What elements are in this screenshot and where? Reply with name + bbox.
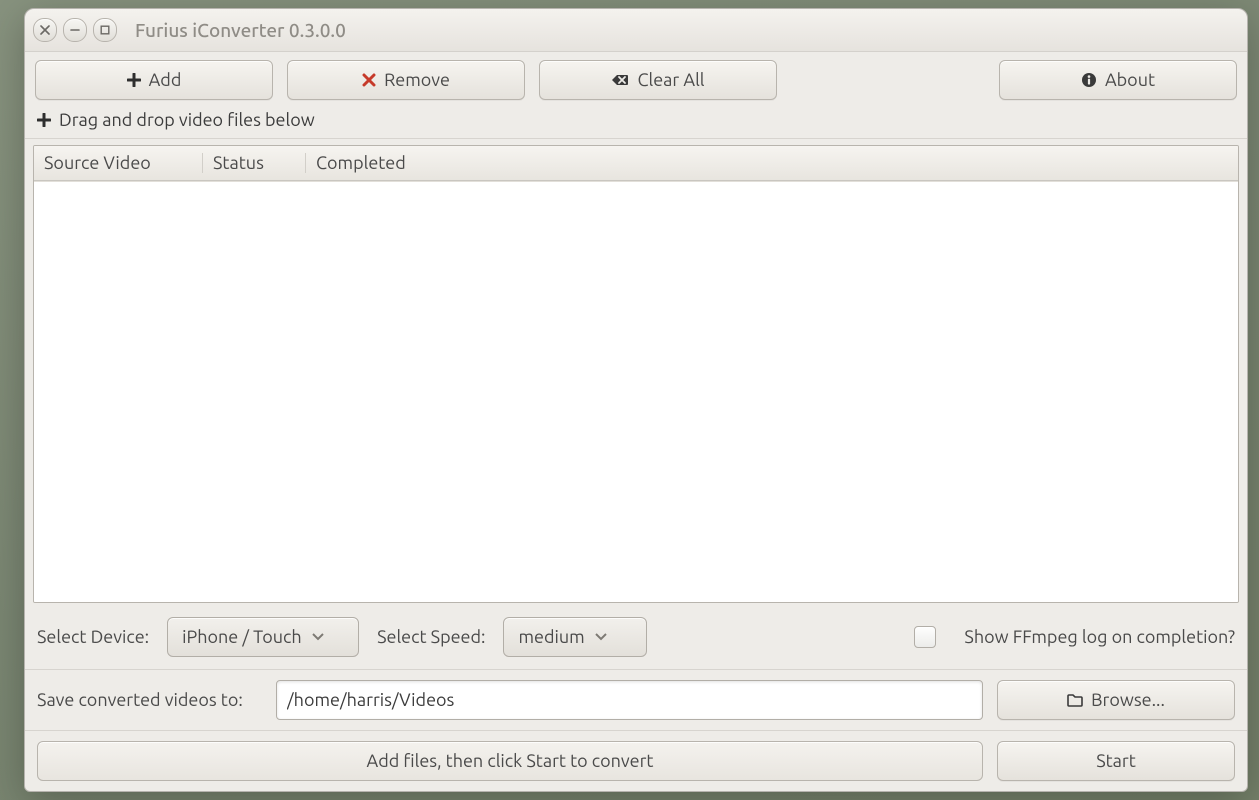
add-button-label: Add <box>149 70 182 90</box>
col-source-video[interactable]: Source Video <box>34 153 203 173</box>
about-button-label: About <box>1105 70 1155 90</box>
app-window: Furius iConverter 0.3.0.0 Add Remove <box>24 8 1248 792</box>
save-path-input[interactable] <box>276 680 983 720</box>
speed-select[interactable]: medium <box>503 617 647 657</box>
toolbar: Add Remove Clear All <box>33 60 1239 100</box>
info-icon <box>1081 72 1097 88</box>
table-body[interactable] <box>34 181 1238 602</box>
add-button[interactable]: Add <box>35 60 273 100</box>
show-log-label[interactable]: Show FFmpeg log on completion? <box>964 627 1235 647</box>
window-minimize-button[interactable] <box>63 18 87 42</box>
col-completed[interactable]: Completed <box>306 153 1238 173</box>
col-status[interactable]: Status <box>203 153 306 173</box>
plus-icon <box>37 113 51 127</box>
folder-icon <box>1067 693 1083 707</box>
progress-text: Add files, then click Start to convert <box>367 751 654 771</box>
device-select[interactable]: iPhone / Touch <box>167 617 359 657</box>
save-path-row: Save converted videos to: Browse... <box>33 676 1239 724</box>
speed-label: Select Speed: <box>377 627 485 647</box>
drag-hint-row: Drag and drop video files below <box>33 110 1239 138</box>
device-value: iPhone / Touch <box>182 627 302 647</box>
chevron-down-icon <box>312 633 324 641</box>
drag-hint-text: Drag and drop video files below <box>59 110 315 130</box>
chevron-down-icon <box>595 633 607 641</box>
maximize-icon <box>100 25 110 35</box>
window-close-button[interactable] <box>33 18 57 42</box>
clear-icon <box>611 73 629 87</box>
remove-x-icon <box>362 73 376 87</box>
footer-row: Add files, then click Start to convert S… <box>33 737 1239 781</box>
clear-all-button[interactable]: Clear All <box>539 60 777 100</box>
plus-icon <box>127 73 141 87</box>
close-icon <box>40 25 50 35</box>
show-log-checkbox[interactable] <box>914 626 936 648</box>
device-label: Select Device: <box>37 627 149 647</box>
titlebar: Furius iConverter 0.3.0.0 <box>25 9 1247 52</box>
window-maximize-button[interactable] <box>93 18 117 42</box>
speed-value: medium <box>518 627 584 647</box>
options-row: Select Device: iPhone / Touch Select Spe… <box>33 611 1239 663</box>
browse-button[interactable]: Browse... <box>997 680 1235 720</box>
start-button-label: Start <box>1096 751 1136 771</box>
about-button[interactable]: About <box>999 60 1237 100</box>
separator <box>25 669 1247 670</box>
remove-button-label: Remove <box>384 70 450 90</box>
separator <box>25 730 1247 731</box>
minimize-icon <box>70 25 80 35</box>
table-header: Source Video Status Completed <box>34 146 1238 181</box>
window-title: Furius iConverter 0.3.0.0 <box>135 19 346 41</box>
clear-all-button-label: Clear All <box>637 70 704 90</box>
save-path-label: Save converted videos to: <box>37 690 262 710</box>
browse-button-label: Browse... <box>1091 690 1165 710</box>
remove-button[interactable]: Remove <box>287 60 525 100</box>
file-table[interactable]: Source Video Status Completed <box>33 145 1239 603</box>
progress-bar: Add files, then click Start to convert <box>37 741 983 781</box>
start-button[interactable]: Start <box>997 741 1235 781</box>
separator <box>25 138 1247 139</box>
